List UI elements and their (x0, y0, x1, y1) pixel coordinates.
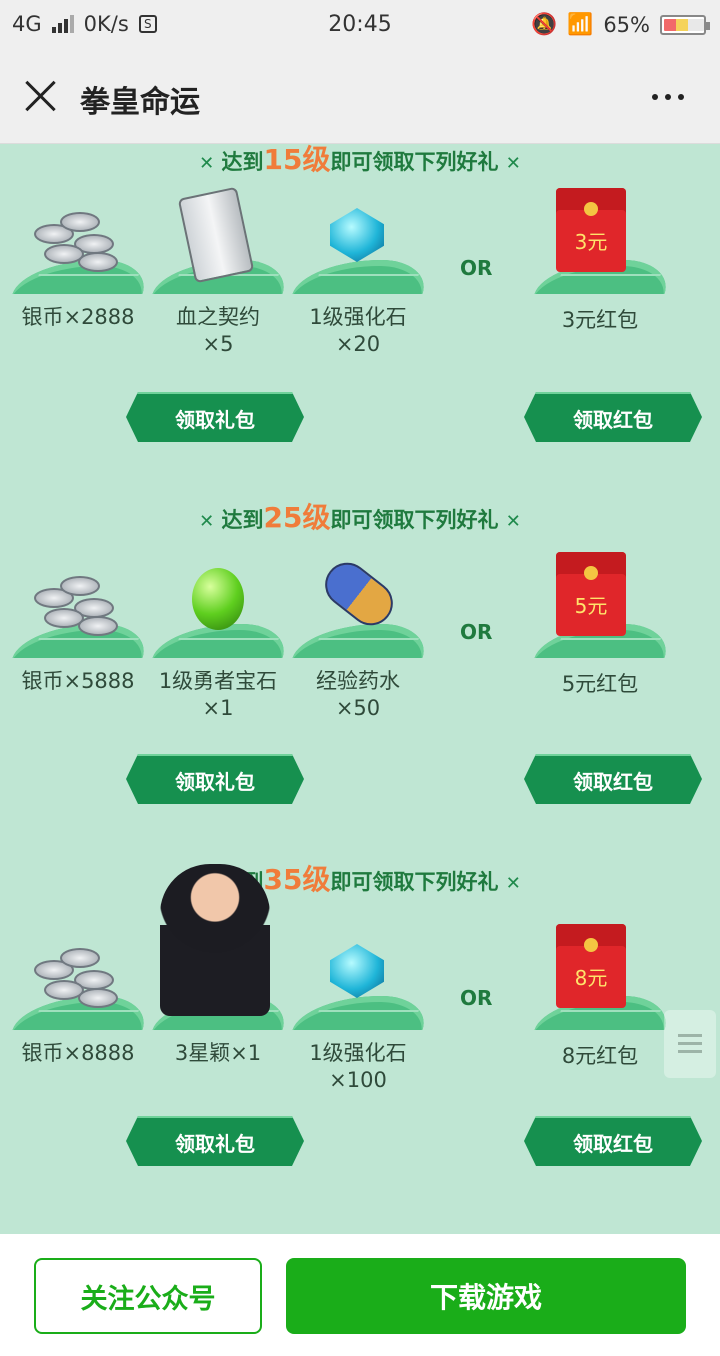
reward-label: 5元红包 (561, 672, 639, 696)
reward-label: 银币×5888 (21, 669, 135, 693)
close-icon[interactable] (22, 78, 58, 114)
enhance-stone-icon (330, 208, 384, 262)
leaf-ornament-icon: ✕ (199, 511, 215, 532)
claim-redpacket-button[interactable]: 领取红包 (524, 392, 702, 442)
reward-label: 经验药水 ×50 (316, 669, 400, 720)
section-header: ✕ 达到15级即可领取下列好礼 ✕ (199, 144, 521, 176)
level-text: 25级 (263, 501, 331, 534)
rewards-content[interactable]: ✕ 达到15级即可领取下列好礼 ✕ 银币×2888 血之契约 ×5 1级强化石 … (0, 144, 720, 1234)
scroll-handle[interactable] (664, 1010, 716, 1078)
level-text: 15级 (263, 144, 331, 176)
reward-label: 1级强化石 ×20 (309, 305, 407, 356)
leaf-ornament-icon: ✕ (505, 153, 521, 174)
status-bar: 4G 0K/s S 20:45 🔕 📶 65% (0, 0, 720, 50)
section-header: ✕ 达到25级即可领取下列好礼 ✕ (199, 501, 521, 534)
nav-bar: 拳皇命运 (0, 50, 720, 144)
reward-section-15: ✕ 达到15级即可领取下列好礼 ✕ 银币×2888 血之契约 ×5 1级强化石 … (0, 144, 720, 500)
claim-gift-button[interactable]: 领取礼包 (126, 754, 304, 804)
red-envelope-icon: 5元 (556, 552, 626, 636)
reward-label: 1级勇者宝石 ×1 (158, 669, 278, 720)
reward-label: 血之契约 ×5 (176, 305, 260, 356)
reward-label: 银币×2888 (21, 305, 135, 329)
leaf-ornament-icon: ✕ (505, 873, 521, 894)
brave-gem-icon (192, 568, 244, 630)
enhance-stone-icon (330, 944, 384, 998)
reward-label: 8元红包 (561, 1044, 639, 1068)
reward-label: 1级强化石 ×100 (309, 1041, 407, 1092)
section-header: ✕ 达到35级即可领取下列好礼 ✕ (0, 858, 720, 898)
reward-label: 3元红包 (561, 308, 639, 332)
download-game-button[interactable]: 下载游戏 (286, 1258, 686, 1334)
more-options-icon[interactable] (652, 94, 684, 100)
silver-coins-icon (30, 570, 120, 636)
leaf-ornament-icon: ✕ (505, 511, 521, 532)
or-divider: OR (460, 620, 493, 644)
mute-bell-icon: 🔕 (531, 12, 558, 36)
page-title: 拳皇命运 (80, 85, 200, 120)
red-envelope-icon: 3元 (556, 188, 626, 272)
bottom-action-bar: 关注公众号 下载游戏 (0, 1234, 720, 1356)
reward-section-25: ✕ 达到25级即可领取下列好礼 ✕ 银币×5888 1级勇者宝石 ×1 经验药水… (0, 496, 720, 858)
claim-gift-button[interactable]: 领取礼包 (126, 392, 304, 442)
wifi-icon: 📶 (567, 12, 594, 36)
exp-potion-icon (316, 553, 402, 635)
claim-redpacket-button[interactable]: 领取红包 (524, 754, 702, 804)
reward-section-35: ✕ 达到35级即可领取下列好礼 ✕ 银币×8888 3星颖×1 1级强化石 ×1… (0, 858, 720, 1220)
leaf-ornament-icon: ✕ (199, 153, 215, 174)
claim-redpacket-button[interactable]: 领取红包 (524, 1116, 702, 1166)
or-divider: OR (460, 986, 493, 1010)
follow-account-button[interactable]: 关注公众号 (34, 1258, 262, 1334)
silver-coins-icon (30, 206, 120, 272)
reward-label: 3星颖×1 (174, 1041, 262, 1065)
or-divider: OR (460, 256, 493, 280)
status-right: 🔕 📶 65% (531, 12, 710, 37)
battery-percent: 65% (603, 12, 650, 37)
silver-coins-icon (30, 942, 120, 1008)
level-text: 35级 (263, 863, 331, 896)
reward-label: 银币×8888 (21, 1041, 135, 1065)
claim-gift-button[interactable]: 领取礼包 (126, 1116, 304, 1166)
battery-icon (660, 14, 710, 35)
red-envelope-icon: 8元 (556, 924, 626, 1008)
hero-portrait-icon (160, 864, 270, 1016)
